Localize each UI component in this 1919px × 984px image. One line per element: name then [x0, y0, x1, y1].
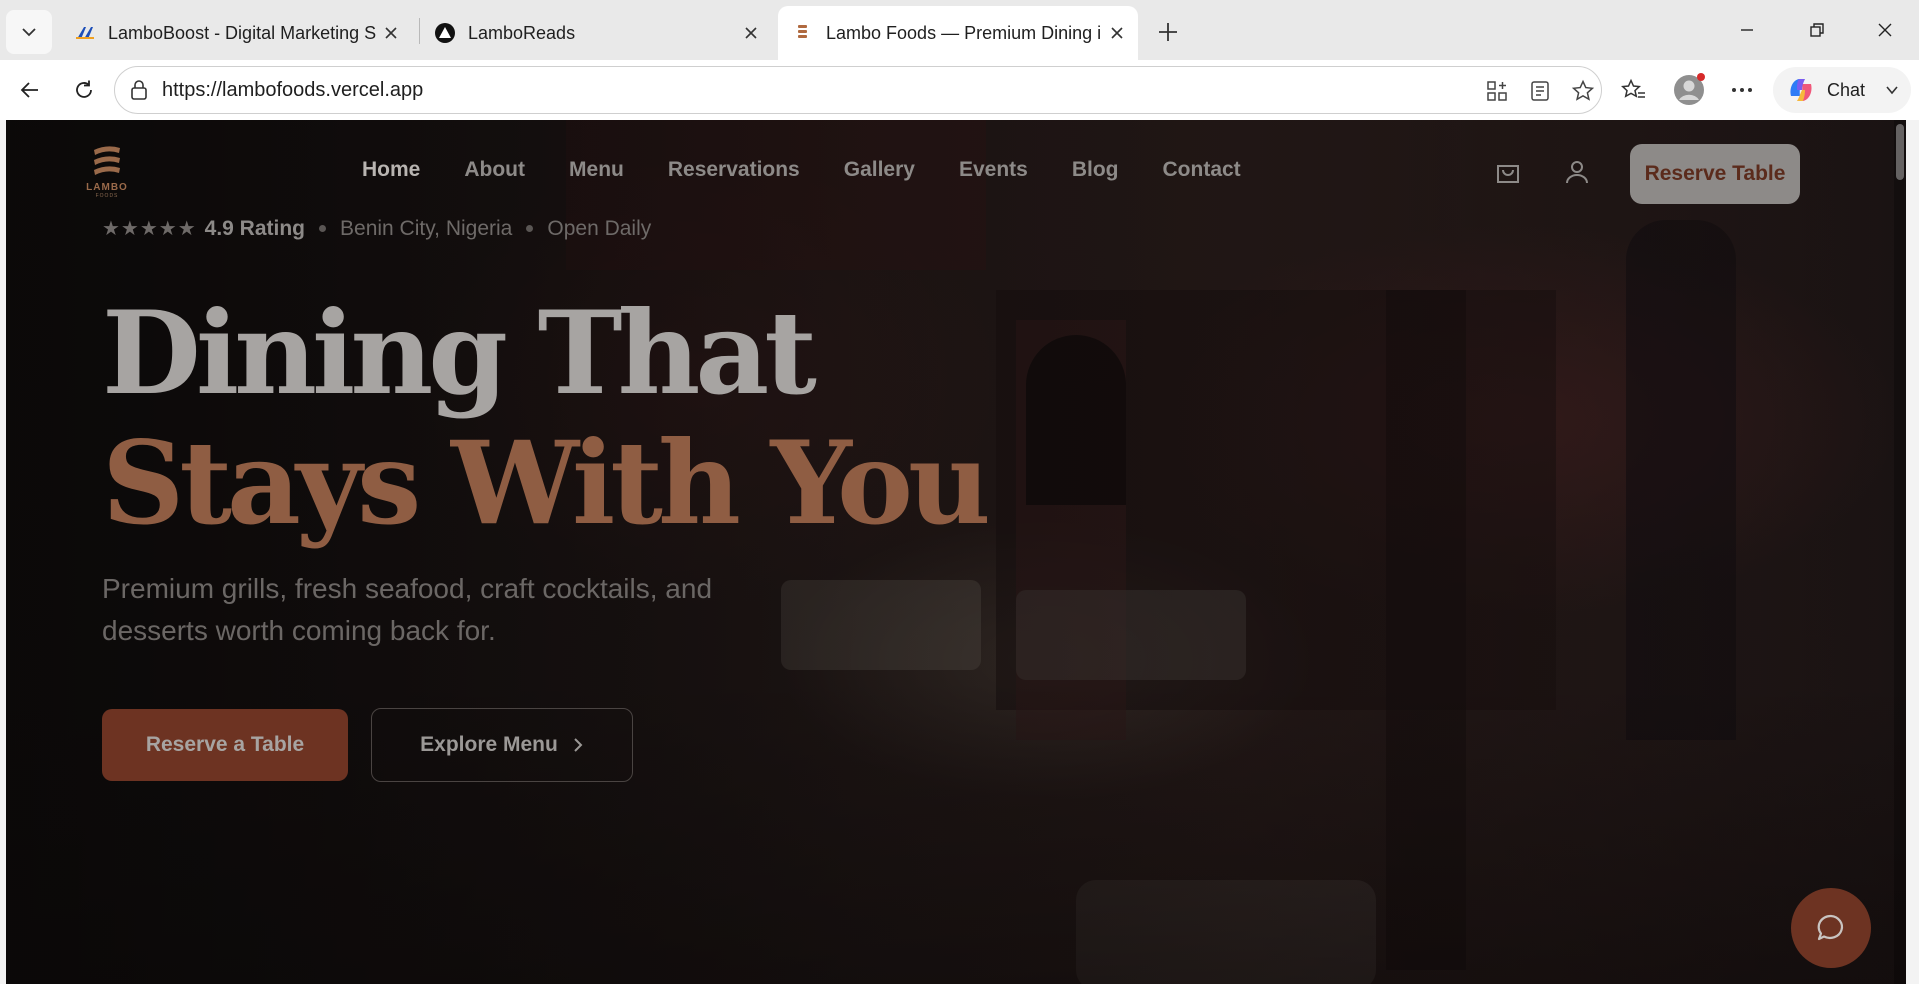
tab-lamboreads[interactable]: LamboReads: [420, 6, 772, 60]
hero-meta-row: ★★★★★ 4.9 Rating Benin City, Nigeria Ope…: [102, 216, 651, 241]
chevron-down-icon: [22, 28, 36, 37]
avatar-icon: [1674, 73, 1705, 105]
lamboreads-favicon-icon: [434, 22, 456, 44]
reserve-a-table-button[interactable]: Reserve a Table: [102, 709, 348, 781]
hero-headline-line-2: Stays With You: [102, 416, 991, 550]
rating-stars: ★★★★★: [102, 218, 197, 240]
restore-button[interactable]: [1790, 8, 1844, 52]
copilot-icon: [1790, 79, 1812, 101]
close-icon: [1878, 23, 1892, 37]
tab-actions-menu-button[interactable]: [6, 10, 52, 54]
reader-view-icon[interactable]: [1520, 71, 1560, 111]
location-text: Benin City, Nigeria: [340, 216, 513, 240]
site-logo[interactable]: LAMBO FOODS: [80, 144, 134, 200]
nav-events[interactable]: Events: [959, 158, 1028, 182]
lock-icon[interactable]: [129, 79, 149, 106]
nav-about[interactable]: About: [464, 158, 525, 182]
minimize-button[interactable]: [1720, 8, 1774, 52]
restore-icon: [1810, 23, 1824, 37]
hero-overlay: [6, 120, 1906, 984]
chevron-right-icon: [574, 738, 583, 752]
cart-button[interactable]: [1490, 154, 1526, 190]
refresh-button[interactable]: [64, 70, 104, 110]
more-horizontal-icon: [1732, 88, 1752, 92]
address-bar[interactable]: https://lambofoods.vercel.app: [114, 66, 1602, 114]
favorite-star-icon[interactable]: [1563, 71, 1603, 111]
account-button[interactable]: [1559, 154, 1595, 190]
nav-gallery[interactable]: Gallery: [844, 158, 915, 182]
chat-bubble-icon: [1817, 914, 1844, 941]
live-chat-button[interactable]: [1791, 888, 1871, 968]
explore-menu-button[interactable]: Explore Menu: [371, 708, 633, 782]
url-text[interactable]: https://lambofoods.vercel.app: [162, 79, 423, 102]
nav-contact[interactable]: Contact: [1163, 158, 1241, 182]
favorites-button[interactable]: [1614, 70, 1654, 110]
hero-subtitle: Premium grills, fresh seafood, craft coc…: [102, 573, 713, 646]
user-icon: [1566, 161, 1588, 184]
plus-icon: [1159, 23, 1177, 41]
new-tab-button[interactable]: [1148, 12, 1188, 52]
logo-text: LAMBO: [86, 182, 128, 193]
tab-title: LamboReads: [468, 22, 576, 43]
settings-more-button[interactable]: [1722, 70, 1762, 110]
copilot-chat-button[interactable]: Chat: [1773, 67, 1911, 113]
scrollbar-thumb[interactable]: [1896, 124, 1904, 180]
chat-label: Chat: [1827, 79, 1866, 100]
reserve-table-button[interactable]: Reserve Table: [1630, 144, 1800, 204]
close-window-button[interactable]: [1858, 8, 1912, 52]
separator-dot: [526, 225, 534, 232]
back-button[interactable]: [10, 70, 50, 110]
hours-text: Open Daily: [547, 216, 652, 240]
profile-button[interactable]: [1669, 70, 1709, 110]
tab-close-icon[interactable]: [736, 18, 766, 48]
hero-headline-line-1: Dining That: [102, 286, 817, 420]
browser-tab-strip: LamboBoost - Digital Marketing Se LamboR…: [0, 0, 1919, 60]
nav-reservations[interactable]: Reservations: [668, 158, 800, 182]
nav-blog[interactable]: Blog: [1072, 158, 1119, 182]
nav-menu[interactable]: Menu: [569, 158, 624, 182]
browser-toolbar: https://lambofoods.vercel.app Chat: [0, 60, 1919, 120]
nav-home[interactable]: Home: [362, 158, 420, 182]
tab-lamboboost[interactable]: LamboBoost - Digital Marketing Se: [60, 6, 412, 60]
favorites-list-icon: [1621, 78, 1645, 98]
lambofoods-favicon-icon: [792, 22, 814, 44]
website-viewport: LAMBO FOODS Home About Menu Reservations…: [6, 120, 1906, 984]
tab-lambofoods[interactable]: Lambo Foods — Premium Dining i: [778, 6, 1138, 60]
refresh-icon: [76, 80, 92, 98]
rating-text: 4.9 Rating: [204, 216, 306, 240]
logo-subtext: FOODS: [95, 193, 119, 199]
tab-title: Lambo Foods — Premium Dining i: [826, 22, 1102, 43]
logo-mark-icon: [94, 146, 120, 175]
chevron-down-icon: [1886, 86, 1898, 95]
tab-close-icon[interactable]: [1102, 18, 1132, 48]
lamboboost-favicon-icon: [74, 22, 96, 44]
shopping-bag-icon: [1497, 165, 1519, 183]
main-navigation: Home About Menu Reservations Gallery Eve…: [362, 158, 1241, 182]
page-scrollbar[interactable]: [1894, 120, 1906, 984]
explore-menu-label: Explore Menu: [420, 733, 558, 756]
apps-icon[interactable]: [1477, 71, 1517, 111]
back-arrow-icon: [20, 82, 38, 98]
tab-title: LamboBoost - Digital Marketing Se: [108, 22, 376, 43]
minimize-icon: [1741, 29, 1753, 31]
tab-close-icon[interactable]: [376, 18, 406, 48]
separator-dot: [319, 225, 327, 232]
